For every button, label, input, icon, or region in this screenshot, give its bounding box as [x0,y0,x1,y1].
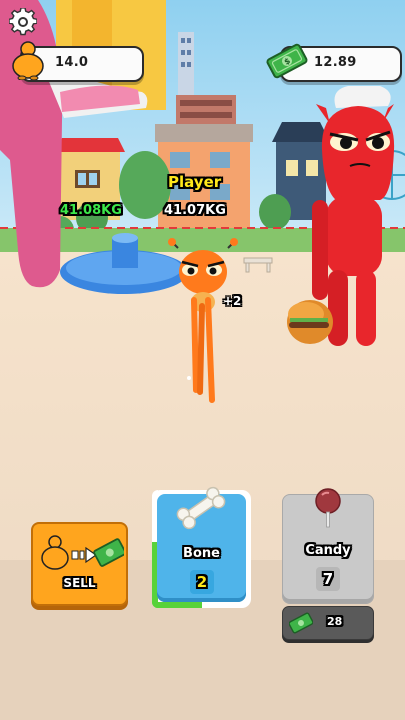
gear-icon [8,7,38,36]
sell-label: SELL [63,576,96,590]
candy-card[interactable]: Candy 7 [282,488,374,604]
bone-card-face: Bone 2 [157,486,246,602]
candy-buy-button[interactable]: 28 [282,606,374,640]
weight-value: 14.0 [55,55,89,70]
bone-card-progress-bottom [152,602,202,608]
bone-icon [176,486,226,530]
candy-card-count: 7 [316,567,340,591]
burger [287,300,333,344]
candy-price: 28 [327,615,343,628]
cash-icon: $ [266,40,308,82]
cash-icon-small [289,612,313,634]
player-name-tag: Player [168,173,222,191]
money-value: 12.89 [314,55,357,70]
chubby-character-icon [10,40,46,81]
bone-card-label: Bone [183,546,220,561]
sell-button[interactable]: SELL [31,522,128,606]
candy-card-label: Candy [305,543,351,558]
sell-weight-for-cash-icon [41,535,124,570]
rival-weight-label: 41.08KG [60,203,122,218]
candy-icon [315,488,341,528]
bone-card[interactable]: Bone 2 [152,486,251,608]
gain-popup: +2 [223,294,242,308]
settings-button[interactable] [8,7,38,36]
bone-card-count: 2 [190,570,214,594]
sparkle [187,376,191,380]
player-weight-label: 41.07KG [164,203,226,218]
